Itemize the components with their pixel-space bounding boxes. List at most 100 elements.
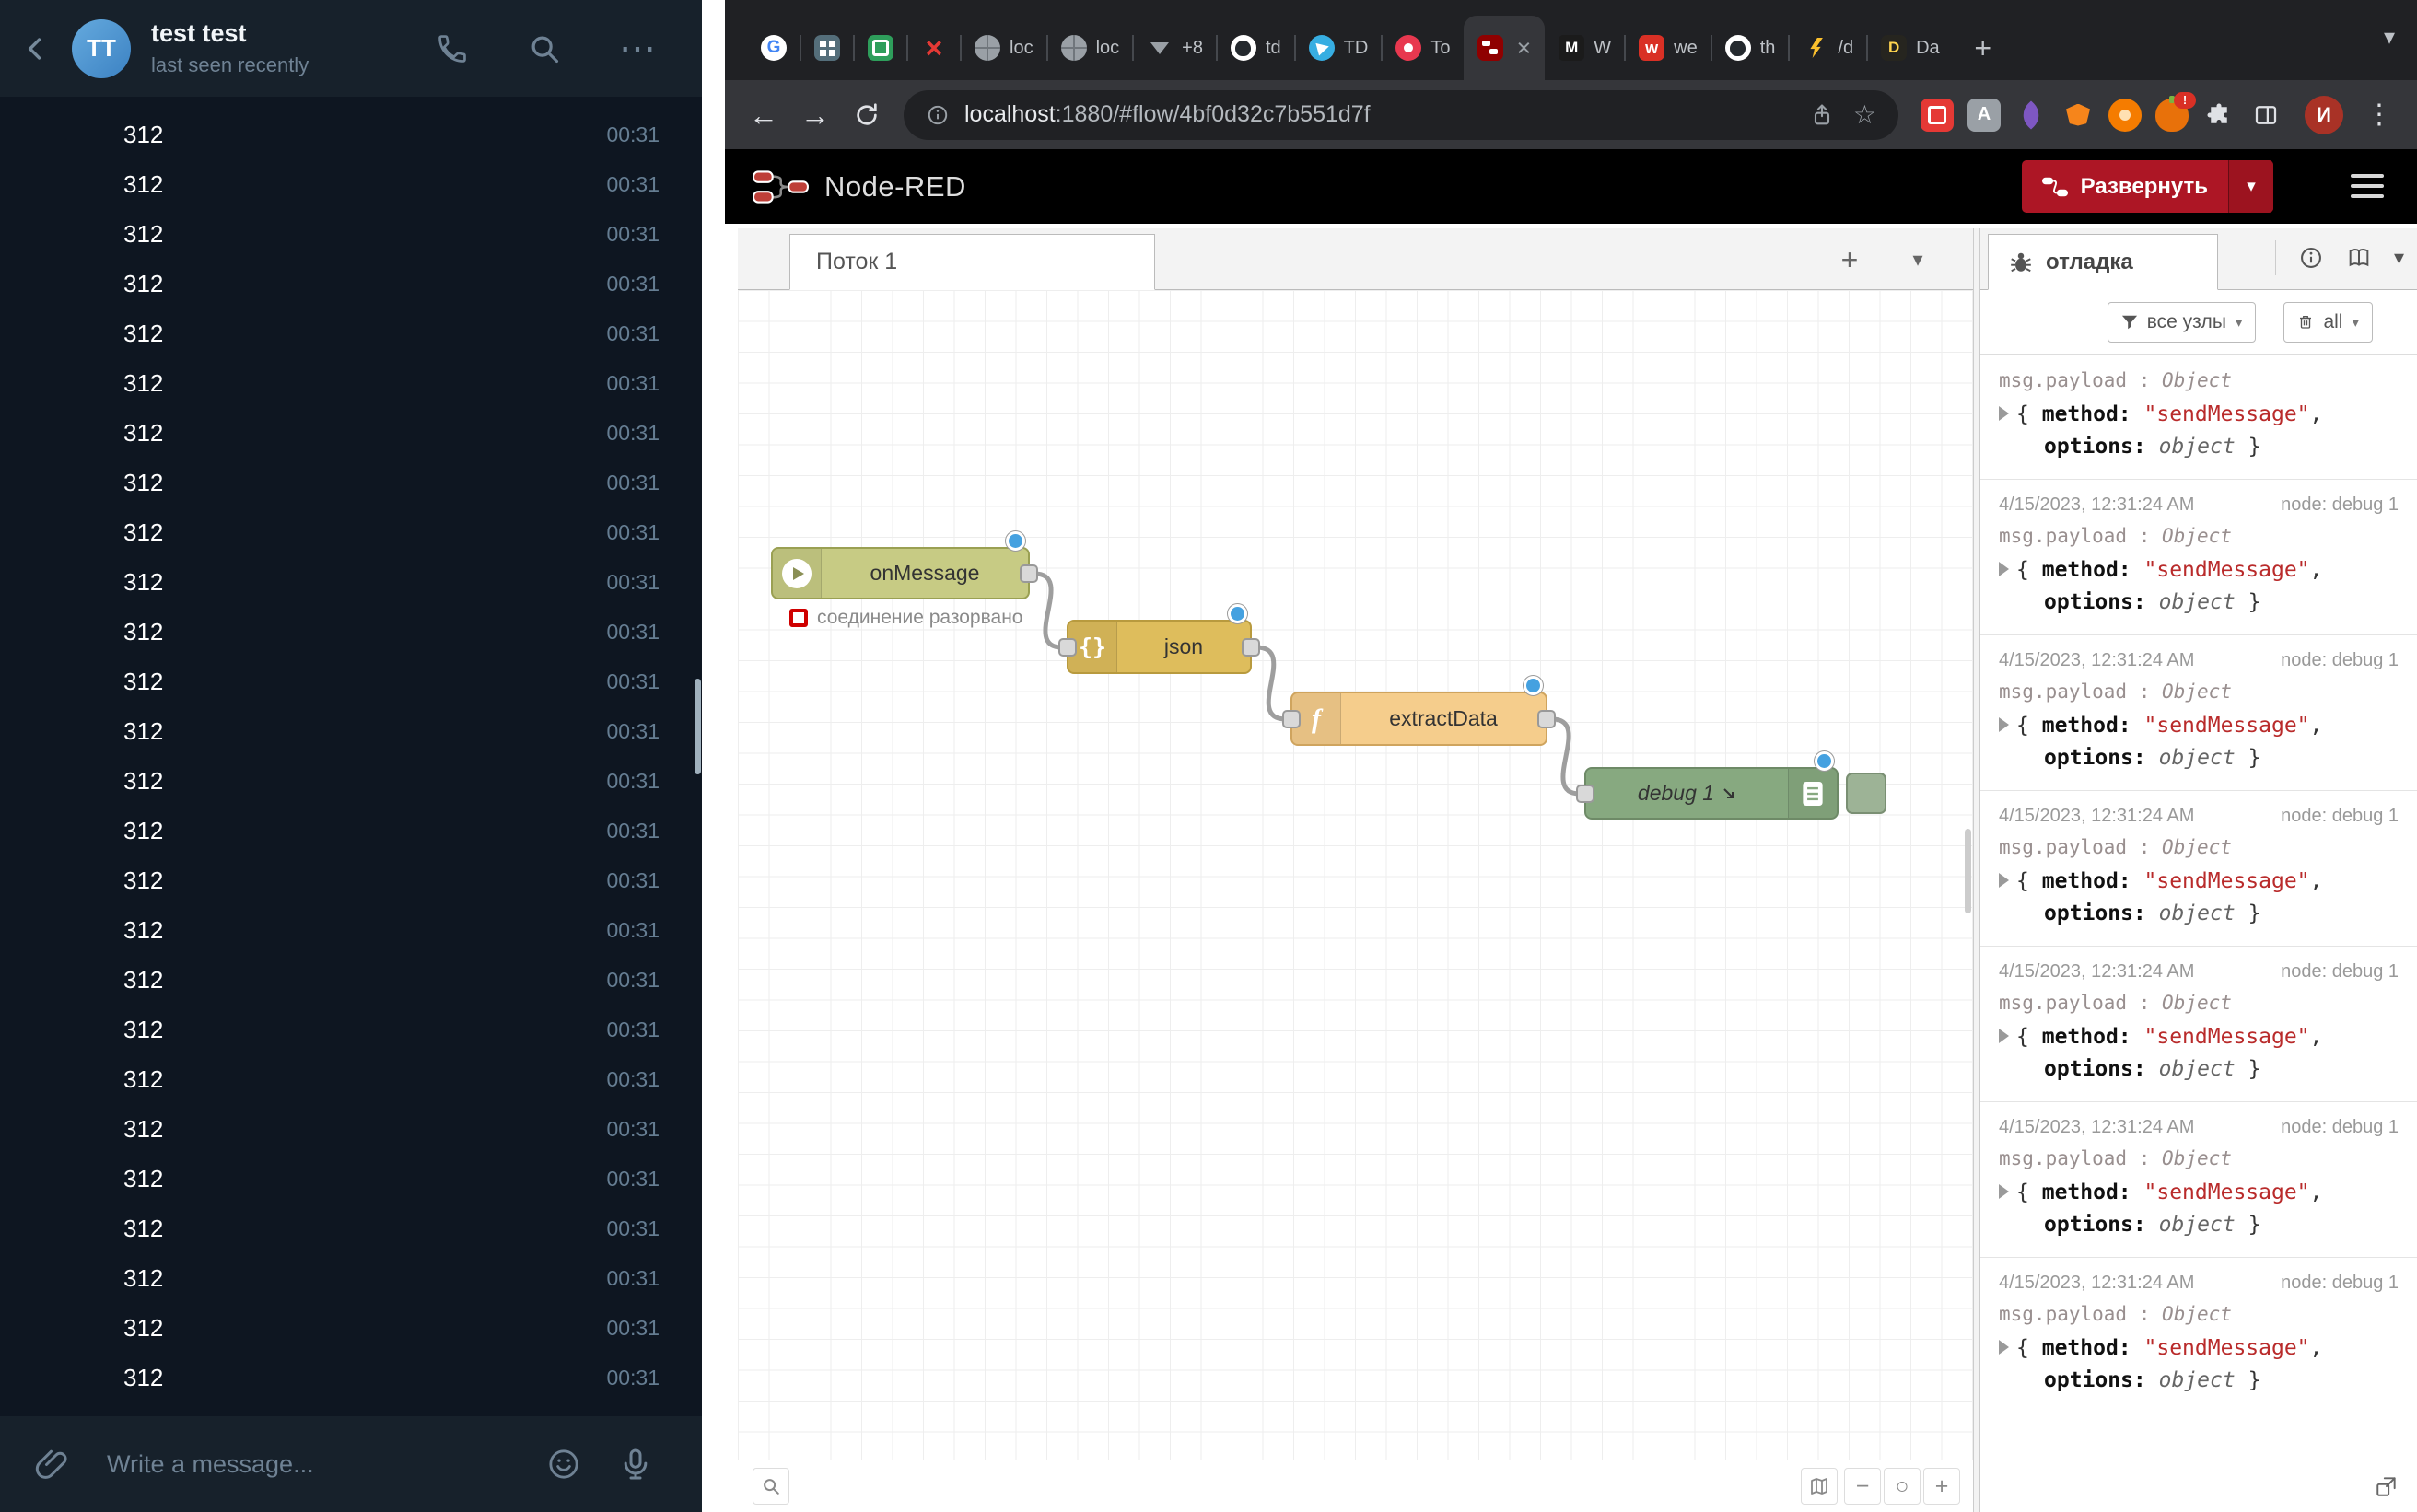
- input-port[interactable]: [1282, 710, 1301, 728]
- tab-overflow-plus8[interactable]: +8: [1133, 16, 1217, 80]
- node-onmessage[interactable]: onMessage: [771, 547, 1030, 599]
- tab-localhost-1[interactable]: loc: [961, 16, 1047, 80]
- red-extension-icon[interactable]: [1921, 99, 1954, 132]
- debug-message[interactable]: 4/15/2023, 12:31:24 AM node: debug 1 msg…: [1980, 635, 2417, 791]
- chat-scrollbar[interactable]: [695, 679, 701, 774]
- chat-message-row[interactable]: 312 00:31: [0, 955, 702, 1005]
- attach-icon[interactable]: [33, 1446, 70, 1483]
- deploy-button[interactable]: Развернуть ▾: [2022, 160, 2273, 213]
- output-port[interactable]: [1242, 638, 1260, 657]
- bookmark-star-icon[interactable]: ☆: [1853, 102, 1876, 128]
- chat-message-row[interactable]: 312 00:31: [0, 1104, 702, 1154]
- chat-message-row[interactable]: 312 00:31: [0, 1303, 702, 1353]
- expand-caret-icon[interactable]: [1999, 562, 2009, 576]
- node-debug[interactable]: debug 1: [1584, 767, 1839, 820]
- wires[interactable]: [738, 290, 1973, 1460]
- tab-localhost-2[interactable]: loc: [1047, 16, 1134, 80]
- chat-message-row[interactable]: 312 00:31: [0, 855, 702, 905]
- split-screen-icon[interactable]: [2249, 99, 2283, 132]
- navigator-map-button[interactable]: [1801, 1468, 1838, 1505]
- message-input[interactable]: [105, 1449, 510, 1480]
- browser-menu-kebab-icon[interactable]: ⋮: [2365, 101, 2393, 129]
- search-icon[interactable]: [527, 31, 562, 66]
- tab-github-th[interactable]: th: [1711, 16, 1790, 80]
- zoom-out-button[interactable]: −: [1844, 1468, 1881, 1505]
- tab-debug[interactable]: отладка: [1988, 234, 2218, 290]
- chat-message-row[interactable]: 312 00:31: [0, 806, 702, 855]
- chat-message-row[interactable]: 312 00:31: [0, 756, 702, 806]
- new-tab-button[interactable]: +: [1961, 26, 2005, 70]
- input-port[interactable]: [1058, 638, 1077, 657]
- flow-tab-active[interactable]: Поток 1: [789, 234, 1155, 290]
- chat-message-row[interactable]: 312 00:31: [0, 458, 702, 507]
- chat-message-row[interactable]: 312 00:31: [0, 607, 702, 657]
- expand-caret-icon[interactable]: [1999, 873, 2009, 888]
- expand-caret-icon[interactable]: [1999, 1184, 2009, 1199]
- message-list[interactable]: 312 00:31 312 00:31 312 00:31 312 00:31 …: [0, 97, 702, 1416]
- tab-nodered-active[interactable]: ×: [1464, 16, 1545, 80]
- debug-enable-toggle[interactable]: [1846, 773, 1886, 814]
- main-menu-hamburger-icon[interactable]: [2351, 174, 2384, 198]
- debug-message[interactable]: 4/15/2023, 12:31:24 AM node: debug 1 msg…: [1980, 947, 2417, 1102]
- info-tab-icon[interactable]: [2298, 245, 2324, 271]
- zoom-reset-button[interactable]: ○: [1884, 1468, 1921, 1505]
- pumpkin-extension-icon[interactable]: !: [2155, 99, 2189, 132]
- microphone-icon[interactable]: [617, 1446, 654, 1483]
- output-port[interactable]: [1537, 710, 1556, 728]
- chat-message-row[interactable]: 312 00:31: [0, 1054, 702, 1104]
- chat-message-row[interactable]: 312 00:31: [0, 706, 702, 756]
- chat-message-row[interactable]: 312 00:31: [0, 1204, 702, 1253]
- chat-message-row[interactable]: 312 00:31: [0, 557, 702, 607]
- site-info-icon[interactable]: [926, 103, 950, 127]
- tab-red-x[interactable]: [907, 16, 961, 80]
- phone-icon[interactable]: [435, 31, 470, 66]
- chat-message-row[interactable]: 312 00:31: [0, 408, 702, 458]
- expand-caret-icon[interactable]: [1999, 1340, 2009, 1355]
- node-extractdata[interactable]: f extractData: [1290, 692, 1547, 746]
- flow-list-caret[interactable]: ▾: [1897, 239, 1938, 280]
- expand-caret-icon[interactable]: [1999, 1029, 2009, 1043]
- canvas-search-button[interactable]: [753, 1468, 789, 1505]
- avatar[interactable]: TT: [72, 19, 131, 78]
- chat-message-row[interactable]: 312 00:31: [0, 1253, 702, 1303]
- forward-button[interactable]: →: [800, 100, 830, 130]
- flow-canvas[interactable]: onMessage соединение разорвано {} json f…: [738, 290, 1973, 1460]
- back-button[interactable]: ←: [749, 100, 778, 130]
- chat-message-row[interactable]: 312 00:31: [0, 657, 702, 706]
- filter-nodes-button[interactable]: все узлы ▾: [2108, 302, 2257, 343]
- address-bar[interactable]: localhost:1880/#flow/4bf0d32c7b551d7f ☆: [904, 90, 1898, 140]
- emoji-icon[interactable]: [545, 1446, 582, 1483]
- output-port[interactable]: [1020, 564, 1038, 583]
- tab-close-icon[interactable]: ×: [1516, 36, 1531, 61]
- chat-message-row[interactable]: 312 00:31: [0, 507, 702, 557]
- input-port[interactable]: [1576, 785, 1594, 803]
- tab-github-td[interactable]: td: [1217, 16, 1295, 80]
- sidebar-tabs-caret[interactable]: ▾: [2394, 246, 2404, 270]
- deploy-options-caret[interactable]: ▾: [2228, 160, 2273, 213]
- canvas-scrollbar[interactable]: [1965, 829, 1971, 913]
- chat-message-row[interactable]: 312 00:31: [0, 1005, 702, 1054]
- extensions-puzzle-icon[interactable]: [2202, 99, 2236, 132]
- clear-messages-button[interactable]: all ▾: [2283, 302, 2373, 343]
- tab-webstorm[interactable]: we: [1625, 16, 1711, 80]
- chat-message-row[interactable]: 312 00:31: [0, 110, 702, 159]
- debug-message[interactable]: msg.payload : Object { method: "sendMess…: [1980, 355, 2417, 480]
- debug-message[interactable]: 4/15/2023, 12:31:24 AM node: debug 1 msg…: [1980, 1102, 2417, 1258]
- debug-message[interactable]: 4/15/2023, 12:31:24 AM node: debug 1 msg…: [1980, 1258, 2417, 1413]
- tab-red-circle[interactable]: To: [1382, 16, 1464, 80]
- tab-google[interactable]: [747, 16, 800, 80]
- orange-extension-icon[interactable]: [2108, 99, 2142, 132]
- tab-darkapp[interactable]: Da: [1867, 16, 1954, 80]
- chat-message-row[interactable]: 312 00:31: [0, 308, 702, 358]
- tab-search-chevron-icon[interactable]: ▾: [2384, 24, 2395, 51]
- tab-telegram[interactable]: TD: [1295, 16, 1383, 80]
- more-menu-icon[interactable]: ⋯: [619, 30, 656, 67]
- chat-message-row[interactable]: 312 00:31: [0, 159, 702, 209]
- feather-extension-icon[interactable]: [2014, 99, 2048, 132]
- share-icon[interactable]: [1809, 102, 1835, 128]
- chat-message-row[interactable]: 312 00:31: [0, 1353, 702, 1402]
- open-debug-window-icon[interactable]: [2375, 1474, 2399, 1498]
- metamask-fox-icon[interactable]: [2061, 99, 2095, 132]
- refresh-button[interactable]: [852, 100, 882, 130]
- zoom-in-button[interactable]: +: [1923, 1468, 1960, 1505]
